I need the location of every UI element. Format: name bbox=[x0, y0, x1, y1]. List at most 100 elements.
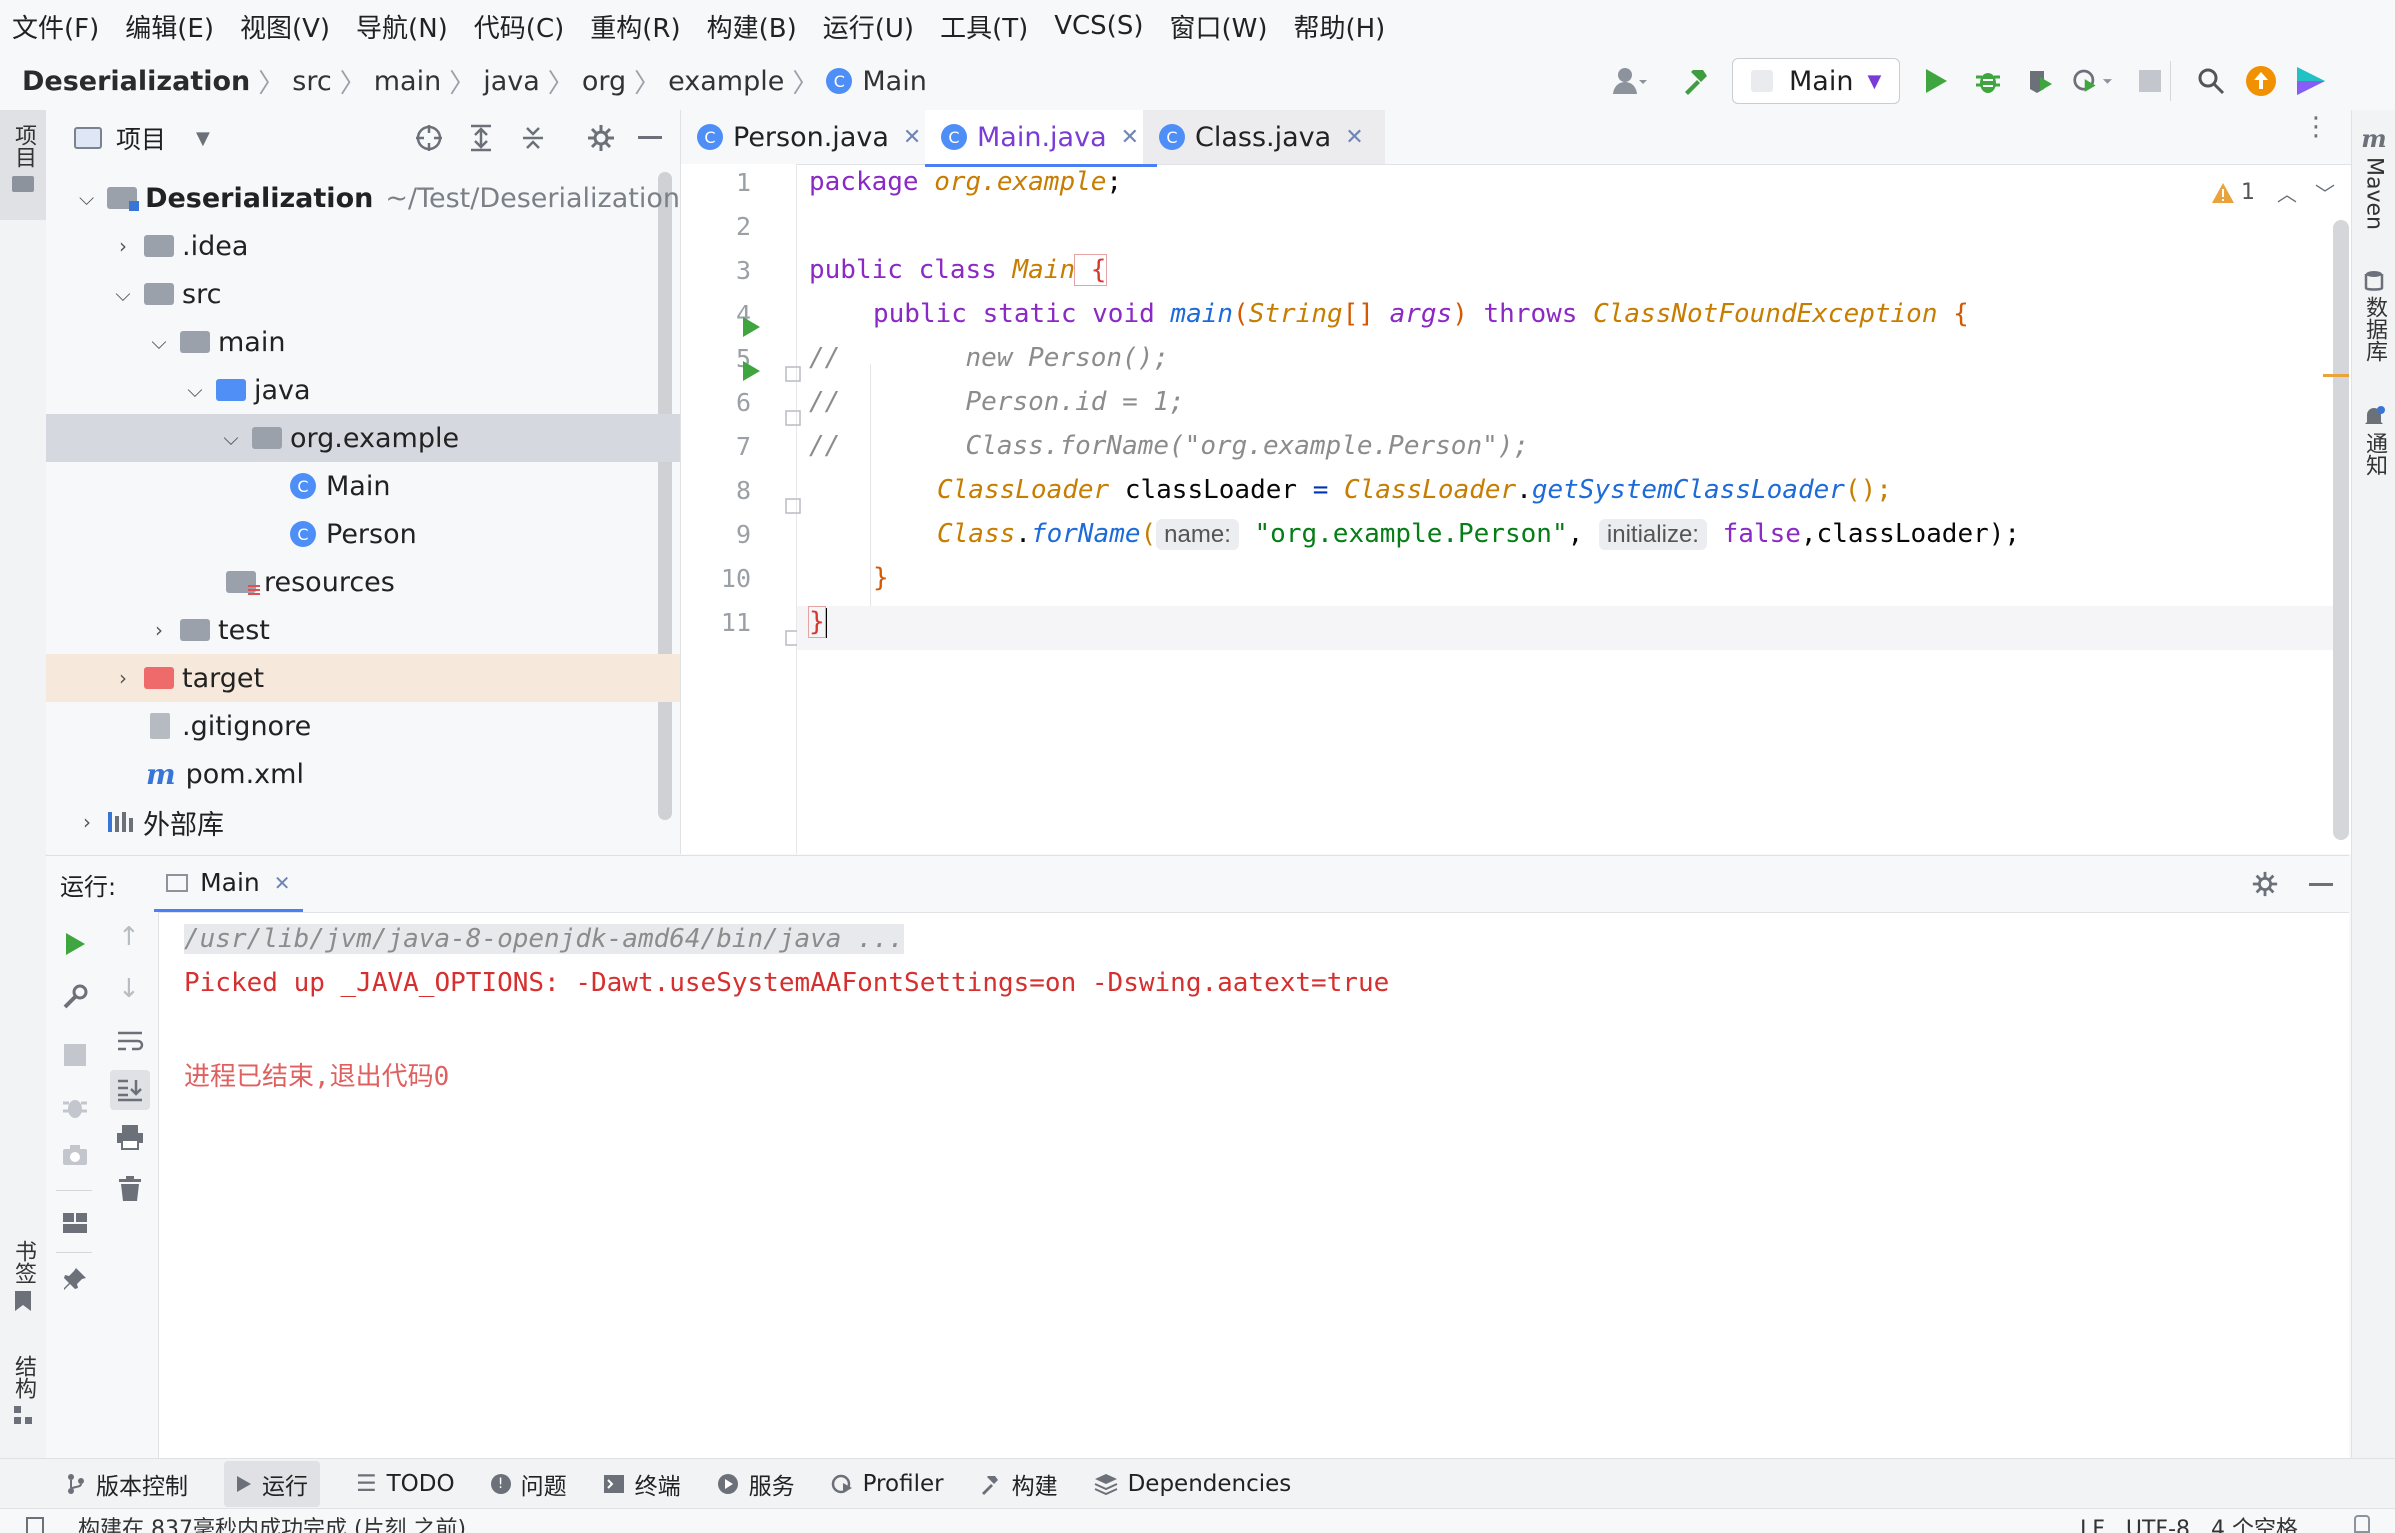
tab-class-java[interactable]: C Class.java ✕ bbox=[1143, 110, 1385, 164]
chevron-right-icon[interactable]: › bbox=[72, 810, 102, 834]
code-area[interactable]: package org.example; public class Main {… bbox=[681, 164, 2333, 854]
profile-icon[interactable] bbox=[2072, 61, 2113, 101]
chevron-right-icon[interactable]: › bbox=[108, 666, 138, 690]
layout-icon[interactable] bbox=[62, 1212, 88, 1234]
tree-item-main[interactable]: ⌵ main bbox=[46, 318, 680, 366]
tool-services[interactable]: 服务 bbox=[717, 1467, 795, 1501]
tree-item-main-class[interactable]: C Main bbox=[46, 462, 680, 510]
tool-terminal[interactable]: 终端 bbox=[603, 1467, 681, 1501]
update-icon[interactable] bbox=[2241, 61, 2281, 101]
minimize-icon[interactable] bbox=[638, 136, 662, 139]
tool-dependencies[interactable]: Dependencies bbox=[1094, 1471, 1291, 1497]
tree-item-package[interactable]: ⌵ org.example bbox=[46, 414, 680, 462]
chevron-down-icon[interactable]: ⌵ bbox=[72, 186, 102, 210]
menu-navigate[interactable]: 导航(N) bbox=[356, 8, 448, 45]
breadcrumb-src[interactable]: src bbox=[292, 66, 331, 97]
breadcrumb-main-class[interactable]: Main bbox=[862, 66, 926, 97]
arrow-down-icon[interactable]: ↓ bbox=[118, 974, 140, 1004]
breadcrumb-project[interactable]: Deserialization bbox=[22, 66, 250, 97]
menu-refactor[interactable]: 重构(R) bbox=[590, 8, 680, 45]
ide-logo-icon[interactable] bbox=[2291, 61, 2331, 101]
maven-tool-button[interactable]: m Maven bbox=[2352, 124, 2395, 230]
trash-icon[interactable] bbox=[118, 1176, 142, 1202]
menu-help[interactable]: 帮助(H) bbox=[1293, 8, 1385, 45]
minimize-icon[interactable] bbox=[2309, 883, 2333, 886]
collapse-all-icon[interactable] bbox=[518, 123, 548, 153]
debug-icon[interactable] bbox=[1968, 61, 2008, 101]
breadcrumb-main[interactable]: main bbox=[374, 66, 441, 97]
menu-window[interactable]: 窗口(W) bbox=[1169, 8, 1267, 45]
stop-icon[interactable] bbox=[2130, 61, 2170, 101]
project-tool-button[interactable]: 项目 bbox=[0, 110, 46, 220]
close-icon[interactable]: ✕ bbox=[1121, 125, 1139, 150]
menu-run[interactable]: 运行(U) bbox=[823, 8, 914, 45]
chevron-down-icon[interactable]: ⌵ bbox=[216, 426, 246, 450]
menu-vcs[interactable]: VCS(S) bbox=[1054, 11, 1143, 41]
tree-item-external-libs[interactable]: › 外部库 bbox=[46, 798, 680, 846]
bookmarks-tool-button[interactable]: 书签 bbox=[0, 1240, 46, 1312]
tree-item-target[interactable]: › target bbox=[46, 654, 680, 702]
menu-edit[interactable]: 编辑(E) bbox=[125, 8, 214, 45]
tree-item-gitignore[interactable]: .gitignore bbox=[46, 702, 680, 750]
stop-icon[interactable] bbox=[64, 1044, 86, 1066]
run-config-selector[interactable]: Main ▼ bbox=[1732, 58, 1901, 104]
chevron-down-icon[interactable]: ﹀ bbox=[2315, 178, 2335, 207]
warning-marker[interactable] bbox=[2323, 374, 2349, 377]
scroll-to-end-button[interactable] bbox=[110, 1070, 150, 1110]
tool-version-control[interactable]: 版本控制 bbox=[66, 1467, 188, 1501]
pin-icon[interactable] bbox=[62, 1266, 88, 1292]
tool-todo[interactable]: ☰ TODO bbox=[356, 1471, 455, 1497]
tab-person-java[interactable]: C Person.java ✕ bbox=[681, 110, 953, 164]
status-message[interactable]: 构建在 837毫秒内成功完成 (片刻 之前) bbox=[78, 1511, 466, 1533]
chevron-right-icon[interactable]: › bbox=[108, 234, 138, 258]
gear-icon[interactable] bbox=[2251, 870, 2279, 898]
expand-all-icon[interactable] bbox=[466, 123, 496, 153]
status-right-info[interactable]: LF UTF-8 4 个空格 bbox=[2080, 1511, 2298, 1533]
tree-item-person-class[interactable]: C Person bbox=[46, 510, 680, 558]
notifications-tool-button[interactable]: 通知 bbox=[2352, 406, 2395, 476]
tree-item-pom[interactable]: m pom.xml bbox=[46, 750, 680, 798]
wrench-icon[interactable] bbox=[62, 984, 88, 1010]
editor-scrollbar[interactable] bbox=[2333, 220, 2349, 840]
inspection-widget[interactable]: 1 ︿ ﹀ bbox=[2211, 178, 2335, 207]
menu-view[interactable]: 视图(V) bbox=[240, 8, 330, 45]
breadcrumb-example[interactable]: example bbox=[668, 66, 784, 97]
menu-build[interactable]: 构建(B) bbox=[707, 8, 797, 45]
chevron-down-icon[interactable]: ⌵ bbox=[180, 378, 210, 402]
tool-problems[interactable]: ! 问题 bbox=[490, 1467, 567, 1501]
tree-item-root[interactable]: ⌵ Deserialization ~/Test/Deserialization bbox=[46, 174, 680, 222]
chevron-down-icon[interactable]: ▼ bbox=[196, 128, 210, 149]
chevron-up-icon[interactable]: ︿ bbox=[2277, 178, 2297, 207]
camera-icon[interactable] bbox=[62, 1144, 88, 1166]
database-tool-button[interactable]: 数据库 bbox=[2352, 270, 2395, 362]
locate-icon[interactable] bbox=[414, 123, 444, 153]
menu-code[interactable]: 代码(C) bbox=[474, 8, 564, 45]
run-icon[interactable] bbox=[1916, 61, 1956, 101]
print-icon[interactable] bbox=[116, 1124, 144, 1150]
search-icon[interactable] bbox=[2191, 61, 2231, 101]
breadcrumb-org[interactable]: org bbox=[582, 66, 626, 97]
chevron-down-icon[interactable]: ⌵ bbox=[108, 282, 138, 306]
tree-item-src[interactable]: ⌵ src bbox=[46, 270, 680, 318]
gear-icon[interactable] bbox=[586, 123, 616, 153]
lock-icon[interactable] bbox=[2354, 1515, 2370, 1533]
close-icon[interactable]: ✕ bbox=[903, 125, 921, 150]
run-tab-main[interactable]: Main ✕ bbox=[154, 856, 303, 912]
tree-item-resources[interactable]: resources bbox=[46, 558, 680, 606]
chevron-right-icon[interactable]: › bbox=[144, 618, 174, 642]
user-icon[interactable] bbox=[1610, 61, 1650, 101]
tool-profiler[interactable]: Profiler bbox=[831, 1471, 944, 1497]
debug-disabled-icon[interactable] bbox=[62, 1094, 88, 1120]
tree-item-test[interactable]: › test bbox=[46, 606, 680, 654]
menu-file[interactable]: 文件(F) bbox=[12, 8, 99, 45]
project-panel-title[interactable]: 项目 bbox=[116, 120, 166, 156]
chevron-down-icon[interactable]: ⌵ bbox=[144, 330, 174, 354]
rerun-icon[interactable] bbox=[64, 932, 86, 956]
console-output[interactable]: /usr/lib/jvm/java-8-openjdk-amd64/bin/ja… bbox=[158, 912, 2349, 1459]
close-icon[interactable]: ✕ bbox=[1345, 125, 1363, 150]
structure-tool-button[interactable]: 结构 bbox=[0, 1355, 46, 1425]
tree-item-idea[interactable]: › .idea bbox=[46, 222, 680, 270]
tab-main-java[interactable]: C Main.java ✕ bbox=[925, 110, 1157, 167]
menu-tools[interactable]: 工具(T) bbox=[940, 8, 1028, 45]
status-toggle-icon[interactable] bbox=[26, 1517, 44, 1533]
